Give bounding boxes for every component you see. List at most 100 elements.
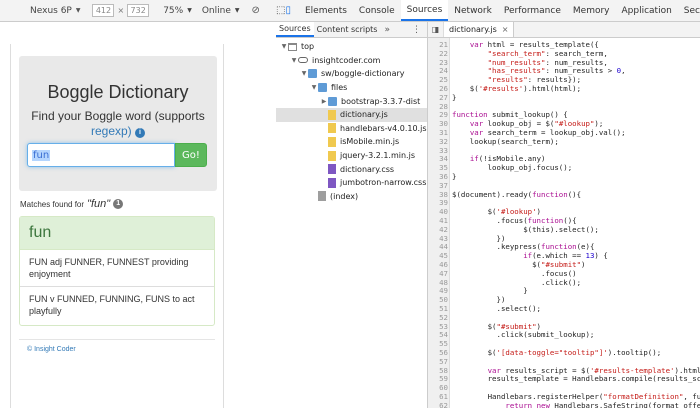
css-file-icon	[328, 164, 336, 175]
folder-icon	[308, 69, 317, 79]
footer-link[interactable]: © Insight Coder	[27, 346, 76, 353]
info-icon[interactable]: i	[135, 128, 146, 138]
tree-item-label: dictionary.js	[340, 110, 388, 120]
lead-label: Find your Boggle word (supports	[31, 109, 205, 123]
inspect-icon[interactable]: ⬚	[276, 0, 285, 21]
tree-item[interactable]: jquery-3.2.1.min.js	[276, 149, 427, 163]
more-tabs-icon[interactable]: »	[384, 22, 390, 37]
lead-text: Find your Boggle word (supports regexp) …	[19, 109, 217, 139]
go-button[interactable]: Go!	[175, 143, 207, 167]
toggle-navigator-icon[interactable]: ◨	[428, 22, 444, 37]
line-number: 62	[439, 400, 448, 408]
tree-item[interactable]: ▶ bootstrap-3.3.7-dist	[276, 94, 427, 108]
close-icon[interactable]: ×	[502, 25, 509, 34]
tree-item[interactable]: handlebars-v4.0.10.js	[276, 122, 427, 136]
tab-elements[interactable]: Elements	[299, 0, 353, 21]
result-definition: FUN adj FUNNER, FUNNEST providing enjoym…	[20, 250, 214, 287]
tree-item[interactable]: ▼ top	[276, 40, 427, 54]
line-number: 60	[439, 383, 448, 393]
editor-tab-dictionary-js[interactable]: dictionary.js ×	[444, 22, 515, 37]
line-number: 40	[439, 207, 448, 217]
code-editor: ◨ dictionary.js × 21 var html = results_…	[428, 22, 700, 408]
network-select[interactable]: Online ▼	[202, 6, 240, 16]
code-line: "num_results": num_results,	[487, 57, 608, 67]
network-label: Online	[201, 5, 231, 16]
editor-tab-label: dictionary.js	[449, 25, 497, 34]
tab-security[interactable]: Security	[678, 0, 700, 21]
rotate-icon[interactable]: ⊘	[251, 5, 259, 16]
code-line: if(e.which == 13) {	[523, 251, 608, 261]
code-line: var lookup_obj = $("#lookup");	[469, 119, 604, 129]
tree-item[interactable]: ▼ sw/boggle-dictionary	[276, 67, 427, 81]
tree-item[interactable]: (index)	[276, 190, 427, 204]
jumbotron: Boggle Dictionary Find your Boggle word …	[19, 56, 217, 191]
search-input[interactable]: fun	[27, 143, 175, 167]
code-line: "has_results": num_results > 0,	[487, 66, 626, 76]
tree-item-label: dictionary.css	[340, 164, 395, 174]
device-select[interactable]: Nexus 6P ▼	[30, 6, 80, 16]
code-area[interactable]: 21 var html = results_template({22 "sear…	[428, 38, 700, 408]
file-tree: ▼ top ▼ insightcoder.com ▼ sw/boggle-dictiona…	[276, 40, 427, 203]
tree-item[interactable]: jumbotron-narrow.css	[276, 176, 427, 190]
kebab-menu-icon[interactable]: ⋮	[412, 22, 421, 37]
tree-item-label: files	[331, 83, 348, 93]
tree-item-label: jumbotron-narrow.css	[340, 178, 427, 188]
line-number: 25	[439, 75, 448, 85]
code-line: }	[452, 92, 457, 102]
tab-sources[interactable]: Sources	[400, 0, 449, 21]
tab-memory[interactable]: Memory	[567, 0, 616, 21]
chevron-down-icon: ▼	[75, 7, 81, 14]
code-line: })	[452, 295, 506, 305]
line-number: 49	[439, 286, 448, 296]
matches-line: Matches found for "fun" 1	[20, 198, 124, 210]
tree-item-label: isMobile.min.js	[340, 137, 400, 147]
line-number: 30	[439, 119, 448, 129]
line-number: 44	[439, 242, 448, 252]
expanded-triangle-icon[interactable]: ▼	[290, 57, 298, 64]
line-number: 34	[439, 154, 448, 164]
tree-item[interactable]: dictionary.css	[276, 162, 427, 176]
device-mode-icon[interactable]: ▯	[285, 0, 291, 21]
collapsed-triangle-icon[interactable]: ▶	[320, 98, 328, 105]
line-number: 45	[439, 251, 448, 261]
width-input[interactable]: 412	[92, 4, 115, 17]
line-number: 32	[439, 136, 448, 146]
devtools-tabbar: ⬚ ▯ Elements Console Sources Network Per…	[276, 0, 700, 22]
js-file-icon	[328, 123, 336, 134]
line-number: 33	[439, 145, 448, 155]
tree-item[interactable]: ▼ files	[276, 81, 427, 95]
regexp-link[interactable]: regexp)	[91, 124, 132, 138]
code-line: results_template = Handlebars.compile(re…	[452, 374, 700, 384]
expanded-triangle-icon[interactable]: ▼	[310, 84, 318, 91]
line-number: 35	[439, 163, 448, 173]
matches-count-badge: 1	[113, 199, 124, 209]
matches-label: Matches found for	[20, 199, 85, 209]
tab-console[interactable]: Console	[353, 0, 401, 21]
tab-application[interactable]: Application	[616, 0, 678, 21]
code-line: Handlebars.registerHelper("formatDefinit…	[452, 392, 700, 401]
tree-item[interactable]: isMobile.min.js	[276, 135, 427, 149]
code-line: $('#results').html(html);	[452, 84, 582, 93]
line-number: 27	[439, 92, 448, 102]
line-number: 43	[439, 233, 448, 243]
tab-performance[interactable]: Performance	[498, 0, 567, 21]
tree-item[interactable]: dictionary.js	[276, 107, 427, 122]
code-line: var html = results_template({	[469, 40, 599, 49]
line-number: 24	[439, 66, 448, 76]
js-file-icon	[328, 150, 336, 161]
tree-item[interactable]: ▼ insightcoder.com	[276, 54, 427, 68]
expanded-triangle-icon[interactable]: ▼	[280, 43, 288, 50]
code-line: .click(submit_lookup);	[452, 330, 595, 340]
line-number: 29	[439, 110, 448, 120]
tab-content-scripts[interactable]: Content scripts	[314, 22, 381, 37]
code-line: var results_script = $('#results-templat…	[487, 365, 700, 375]
code-line: $("#submit")	[452, 260, 586, 269]
zoom-select[interactable]: 75% ▼	[163, 6, 192, 16]
line-number: 54	[439, 330, 448, 340]
tab-network[interactable]: Network	[448, 0, 498, 21]
sources-navigator: Sources Content scripts » ⋮ ▼ top ▼ insight…	[276, 22, 428, 408]
code-line: return new Handlebars.SafeString(format_…	[505, 400, 700, 408]
tab-sources-nav[interactable]: Sources	[276, 22, 314, 37]
expanded-triangle-icon[interactable]: ▼	[300, 70, 308, 77]
height-input[interactable]: 732	[127, 4, 150, 17]
